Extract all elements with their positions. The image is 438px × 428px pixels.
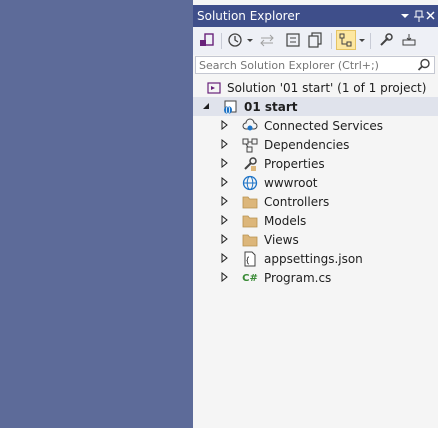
tree-item-program-cs[interactable]: C# Program.cs <box>193 268 438 287</box>
expanded-arrow-icon[interactable] <box>202 101 212 111</box>
tree-item-wwwroot[interactable]: wwwroot <box>193 173 438 192</box>
collapsed-arrow-icon[interactable] <box>220 234 230 244</box>
tree-item-dependencies[interactable]: Dependencies <box>193 135 438 154</box>
tree-item-label: Program.cs <box>264 271 332 285</box>
properties-icon <box>242 156 258 172</box>
project-label: 01 start <box>244 100 298 114</box>
globe-icon <box>242 175 258 191</box>
dependencies-icon <box>242 137 258 153</box>
search-icon[interactable] <box>417 58 431 72</box>
tree-item-models[interactable]: Models <box>193 211 438 230</box>
folder-icon <box>242 194 258 210</box>
collapse-all-icon[interactable] <box>283 30 303 50</box>
tree-item-views[interactable]: Views <box>193 230 438 249</box>
tree-item-label: Connected Services <box>264 119 384 133</box>
collapsed-arrow-icon[interactable] <box>220 253 230 263</box>
collapsed-arrow-icon[interactable] <box>220 177 230 187</box>
tree-solution-node[interactable]: Solution '01 start' (1 of 1 project) <box>193 78 438 97</box>
tree-item-appsettings[interactable]: appsettings.json <box>193 249 438 268</box>
tree-item-label: Controllers <box>264 195 330 209</box>
panel-titlebar: Solution Explorer <box>193 5 438 27</box>
folder-icon <box>242 232 258 248</box>
toolbar-separator <box>331 33 332 49</box>
toolbar-separator <box>370 33 371 49</box>
pin-icon[interactable] <box>413 8 425 24</box>
properties-wrench-icon[interactable] <box>376 30 396 50</box>
tree-item-controllers[interactable]: Controllers <box>193 192 438 211</box>
collapsed-arrow-icon[interactable] <box>220 139 230 149</box>
collapsed-arrow-icon[interactable] <box>220 196 230 206</box>
tree-item-label: Models <box>264 214 307 228</box>
solution-explorer-panel: Solution Explorer Search Solution Explor… <box>193 0 438 428</box>
tree-item-label: Dependencies <box>264 138 350 152</box>
tree-item-connected-services[interactable]: Connected Services <box>193 116 438 135</box>
json-file-icon <box>242 251 258 267</box>
history-dropdown-icon[interactable] <box>246 30 254 50</box>
show-all-files-icon[interactable] <box>305 30 325 50</box>
folder-icon <box>242 213 258 229</box>
dropdown-icon[interactable] <box>399 8 411 24</box>
switch-views-icon[interactable] <box>197 30 217 50</box>
tree-item-label: Properties <box>264 157 325 171</box>
solution-icon <box>206 80 222 96</box>
search-box[interactable] <box>195 56 435 74</box>
solution-label: Solution '01 start' (1 of 1 project) <box>227 81 427 95</box>
solution-view-icon[interactable] <box>336 30 356 50</box>
tree-project-node[interactable]: 01 start <box>193 97 438 116</box>
web-project-icon <box>222 99 238 115</box>
collapsed-arrow-icon[interactable] <box>220 158 230 168</box>
collapsed-arrow-icon[interactable] <box>220 272 230 282</box>
tree-item-properties[interactable]: Properties <box>193 154 438 173</box>
panel-toolbar <box>193 27 438 55</box>
close-icon[interactable] <box>425 8 437 24</box>
connected-services-icon <box>242 118 258 134</box>
history-icon[interactable] <box>225 30 245 50</box>
collapsed-arrow-icon[interactable] <box>220 120 230 130</box>
solution-view-dropdown-icon[interactable] <box>358 30 366 50</box>
sync-icon[interactable] <box>257 30 277 50</box>
csharp-file-icon: C# <box>242 272 258 284</box>
tree-item-label: Views <box>264 233 299 247</box>
panel-title: Solution Explorer <box>197 9 300 23</box>
preview-icon[interactable] <box>399 30 419 50</box>
collapsed-arrow-icon[interactable] <box>220 215 230 225</box>
tree-item-label: appsettings.json <box>264 252 363 266</box>
search-input[interactable] <box>199 58 411 72</box>
toolbar-separator <box>221 33 222 49</box>
tree-item-label: wwwroot <box>264 176 318 190</box>
